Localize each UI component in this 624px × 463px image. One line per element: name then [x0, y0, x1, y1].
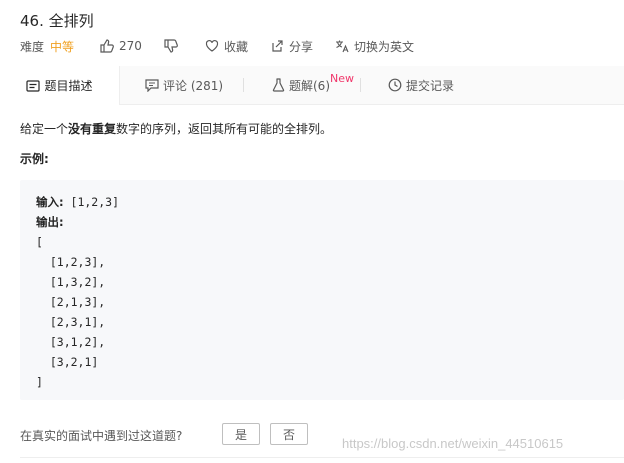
tab-label: 题解(6) — [289, 78, 330, 93]
tab-solutions[interactable]: 题解(6) — [272, 66, 330, 104]
share-icon — [272, 40, 283, 52]
input-value: [1,2,3] — [63, 195, 119, 209]
clock-icon — [388, 78, 402, 92]
output-line: [1,2,3], — [36, 255, 106, 269]
difficulty-label: 难度 — [20, 39, 45, 54]
flask-icon — [272, 78, 285, 92]
input-label: 输入: — [36, 195, 64, 209]
problem-meta-bar: 难度 中等 270 收藏 分享 切换为英文 — [20, 37, 414, 55]
description-text: 数字的序列，返回其所有可能的全排列。 — [116, 122, 333, 136]
tab-divider — [360, 78, 361, 92]
share-button[interactable]: 分享 — [270, 38, 313, 55]
doc-icon — [26, 79, 41, 92]
output-line: [ — [36, 235, 43, 249]
watermark: https://blog.csdn.net/weixin_44510615 — [342, 436, 564, 451]
output-line: [3,2,1] — [36, 355, 99, 369]
thumbs-down-icon — [164, 39, 178, 53]
example-heading: 示例: — [20, 152, 49, 166]
output-label: 输出: — [36, 215, 64, 229]
new-badge: New — [330, 72, 354, 85]
dislike-button[interactable] — [164, 39, 183, 53]
output-line: ] — [36, 375, 43, 389]
switch-language-button[interactable]: 切换为英文 — [335, 38, 414, 55]
example-code-block: 输入: [1,2,3] 输出: [ [1,2,3], [1,3,2], [2,1… — [20, 180, 624, 400]
favorite-button[interactable]: 收藏 — [205, 38, 248, 55]
output-line: [2,1,3], — [36, 295, 106, 309]
no-button[interactable]: 否 — [270, 423, 308, 445]
description-text: 给定一个 — [20, 122, 69, 136]
output-line: [3,1,2], — [36, 335, 106, 349]
description-emphasis: 没有重复 — [68, 122, 117, 136]
comment-icon — [145, 78, 159, 92]
difficulty-value: 中等 — [50, 39, 75, 54]
tab-label: 评论 (281) — [163, 78, 224, 93]
tab-divider — [243, 78, 244, 92]
thumbs-up-icon — [100, 39, 114, 53]
tab-comments[interactable]: 评论 (281) — [145, 66, 223, 104]
problem-title: 46. 全排列 — [20, 12, 94, 30]
divider — [20, 457, 624, 458]
problem-description: 给定一个没有重复数字的序列，返回其所有可能的全排列。 — [20, 120, 332, 137]
tab-label: 提交记录 — [406, 78, 455, 93]
tab-description[interactable]: 题目描述 — [0, 66, 120, 105]
output-line: [1,3,2], — [36, 275, 106, 289]
like-count: 270 — [119, 39, 142, 53]
switch-language-label: 切换为英文 — [353, 39, 414, 54]
interview-question: 在真实的面试中遇到过这道题? — [20, 429, 183, 443]
translate-icon — [335, 40, 349, 53]
heart-icon — [205, 39, 219, 52]
favorite-label: 收藏 — [223, 39, 248, 54]
tab-label: 题目描述 — [44, 79, 93, 93]
tab-bar: 题目描述 评论 (281) 题解(6) 提交记录 — [0, 66, 624, 105]
tab-submissions[interactable]: 提交记录 — [388, 66, 454, 104]
yes-button[interactable]: 是 — [222, 423, 260, 445]
example-code: 输入: [1,2,3] 输出: [ [1,2,3], [1,3,2], [2,1… — [36, 192, 119, 392]
output-line: [2,3,1], — [36, 315, 106, 329]
like-button[interactable]: 270 — [100, 39, 142, 53]
share-label: 分享 — [288, 39, 313, 54]
